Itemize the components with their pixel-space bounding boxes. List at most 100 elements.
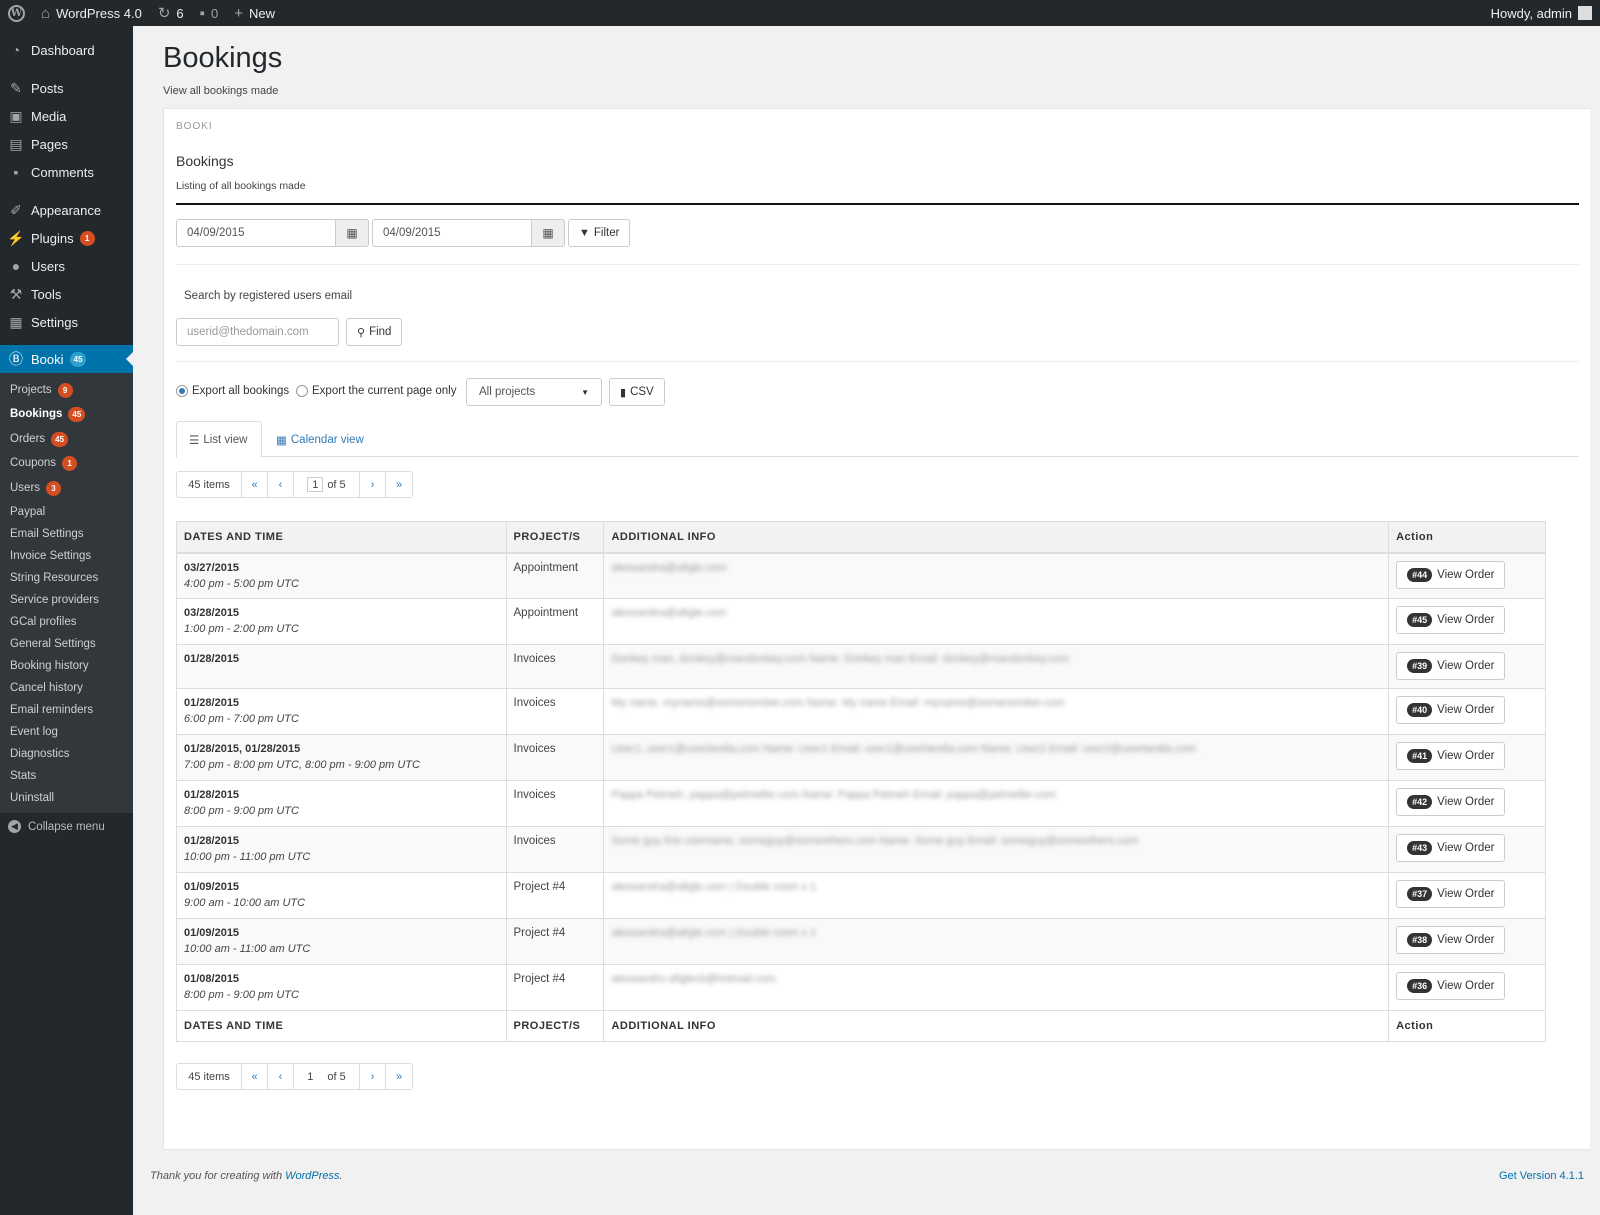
submenu-bookings[interactable]: Bookings 45	[10, 404, 86, 424]
divider	[176, 264, 1579, 265]
menu-dashboard[interactable]: ◔ Dashboard	[0, 36, 133, 64]
submenu-general-settings[interactable]: General Settings	[10, 634, 96, 654]
menu-tools[interactable]: ⚒ Tools	[0, 280, 133, 308]
tab-list-view[interactable]: ☰ List view	[176, 421, 262, 458]
menu-settings[interactable]: ▦ Settings	[0, 308, 133, 336]
calendar-icon[interactable]: ▦	[532, 219, 565, 247]
project-cell: Invoices	[505, 780, 605, 827]
divider	[176, 361, 1579, 362]
last-page-button[interactable]: »	[386, 472, 412, 497]
collapse-menu-button[interactable]: ◀ Collapse menu	[8, 820, 105, 833]
action-cell: #37 View Order	[1388, 872, 1546, 919]
wordpress-logo-button[interactable]: W	[0, 0, 33, 26]
csv-export-button[interactable]: ▮ CSV	[609, 378, 665, 406]
coupons-count-badge: 1	[62, 455, 78, 471]
menu-comments[interactable]: ▪ Comments	[0, 158, 133, 186]
project-select[interactable]: All projects ▼	[466, 378, 602, 406]
view-order-button[interactable]: #43 View Order	[1396, 834, 1506, 862]
date-from-input[interactable]: 04/09/2015	[176, 219, 336, 247]
submenu-event-log[interactable]: Event log	[10, 722, 58, 742]
account-menu[interactable]: Howdy, admin	[1483, 0, 1600, 26]
view-order-label: View Order	[1437, 796, 1495, 808]
get-version-link[interactable]: Get Version 4.1.1	[1499, 1170, 1584, 1182]
page-total: of 5	[327, 478, 346, 491]
pagination-bottom: 45 items « ‹ 1 of 5 › »	[176, 1063, 413, 1090]
view-order-button[interactable]: #45 View Order	[1396, 606, 1506, 634]
table-header-row: DATES AND TIME PROJECT/S ADDITIONAL INFO…	[176, 521, 1546, 554]
submenu-orders[interactable]: Orders 45	[10, 429, 69, 449]
pagination-top: 45 items « ‹ 1 of 5 › »	[176, 471, 413, 498]
view-order-button[interactable]: #36 View Order	[1396, 972, 1506, 1000]
filter-label: Filter	[593, 227, 620, 239]
view-order-button[interactable]: #37 View Order	[1396, 880, 1506, 908]
prev-page-button[interactable]: ‹	[268, 472, 294, 497]
submenu-stats[interactable]: Stats	[10, 766, 36, 786]
order-number-badge: #37	[1407, 887, 1433, 901]
calendar-icon[interactable]: ▦	[336, 219, 369, 247]
page-number-input[interactable]: 1	[307, 477, 324, 492]
first-page-button[interactable]: «	[242, 472, 268, 497]
tab-label: List view	[203, 433, 248, 446]
menu-pages[interactable]: ▤ Pages	[0, 130, 133, 158]
wordpress-link[interactable]: WordPress	[285, 1170, 339, 1182]
menu-appearance[interactable]: ✐ Appearance	[0, 196, 133, 224]
submenu-booking-history[interactable]: Booking history	[10, 656, 89, 676]
export-page-radio[interactable]	[296, 385, 308, 397]
updates-link[interactable]: ↻ 6	[150, 0, 192, 26]
action-cell: #39 View Order	[1388, 644, 1546, 689]
booking-time: 6:00 pm - 7:00 pm UTC	[184, 713, 299, 725]
export-all-option[interactable]: Export all bookings	[176, 385, 289, 397]
submenu-users[interactable]: Users 3	[10, 478, 62, 498]
submenu-email-settings[interactable]: Email Settings	[10, 524, 84, 544]
view-order-button[interactable]: #40 View Order	[1396, 696, 1506, 724]
submenu-projects[interactable]: Projects 9	[10, 380, 73, 400]
export-page-option[interactable]: Export the current page only	[296, 385, 456, 397]
new-content-link[interactable]: + New	[226, 0, 283, 26]
find-button[interactable]: ⚲ Find	[346, 318, 403, 346]
additional-info: alessandra@afigle.com | Double room x 1	[611, 881, 817, 893]
submenu-paypal[interactable]: Paypal	[10, 502, 45, 522]
submenu-gcal-profiles[interactable]: GCal profiles	[10, 612, 76, 632]
settings-icon: ▦	[9, 313, 23, 330]
view-order-button[interactable]: #41 View Order	[1396, 742, 1506, 770]
column-header-dates[interactable]: DATES AND TIME	[176, 521, 507, 554]
comment-bubble-icon: ▪	[199, 4, 205, 22]
date-cell: 01/28/2015 10:00 pm - 11:00 pm UTC	[176, 826, 507, 873]
wordpress-logo-icon: W	[8, 4, 25, 22]
submenu-cancel-history[interactable]: Cancel history	[10, 678, 83, 698]
next-page-button[interactable]: ›	[360, 472, 386, 497]
export-all-radio[interactable]	[176, 385, 188, 397]
date-to-input[interactable]: 04/09/2015	[372, 219, 532, 247]
email-search-input[interactable]: userid@thedomain.com	[176, 318, 339, 346]
booking-date: 01/28/2015	[184, 697, 240, 709]
menu-plugins[interactable]: ⚡ Plugins 1	[0, 224, 133, 252]
view-order-button[interactable]: #42 View Order	[1396, 788, 1506, 816]
next-page-button[interactable]: ›	[360, 1064, 386, 1089]
submenu-uninstall[interactable]: Uninstall	[10, 788, 54, 808]
submenu-label: Paypal	[10, 506, 46, 518]
submenu-coupons[interactable]: Coupons 1	[10, 453, 78, 473]
submenu-service-providers[interactable]: Service providers	[10, 590, 99, 610]
view-order-button[interactable]: #39 View Order	[1396, 652, 1506, 680]
prev-page-button[interactable]: ‹	[268, 1064, 294, 1089]
view-order-button[interactable]: #44 View Order	[1396, 560, 1506, 589]
menu-posts[interactable]: ✎ Posts	[0, 74, 133, 102]
site-name-link[interactable]: ⌂ WordPress 4.0	[33, 0, 150, 26]
filter-button[interactable]: ▼ Filter	[568, 219, 631, 247]
menu-booki[interactable]: Ⓑ Booki 45	[0, 345, 133, 373]
first-page-button[interactable]: «	[242, 1064, 268, 1089]
submenu-diagnostics[interactable]: Diagnostics	[10, 744, 69, 764]
column-header-projects[interactable]: PROJECT/S	[505, 521, 605, 554]
submenu-email-reminders[interactable]: Email reminders	[10, 700, 93, 720]
tab-calendar-view[interactable]: ▦ Calendar view	[264, 421, 376, 458]
submenu-string-resources[interactable]: String Resources	[10, 568, 98, 588]
submenu-label: Service providers	[10, 594, 99, 606]
last-page-button[interactable]: »	[386, 1064, 412, 1089]
menu-users[interactable]: ● Users	[0, 252, 133, 280]
view-order-button[interactable]: #38 View Order	[1396, 926, 1506, 954]
column-header-info[interactable]: ADDITIONAL INFO	[603, 521, 1390, 554]
scrollbar[interactable]	[1590, 26, 1600, 1215]
menu-media[interactable]: ▣ Media	[0, 102, 133, 130]
submenu-invoice-settings[interactable]: Invoice Settings	[10, 546, 91, 566]
comments-link[interactable]: ▪ 0	[192, 0, 227, 26]
